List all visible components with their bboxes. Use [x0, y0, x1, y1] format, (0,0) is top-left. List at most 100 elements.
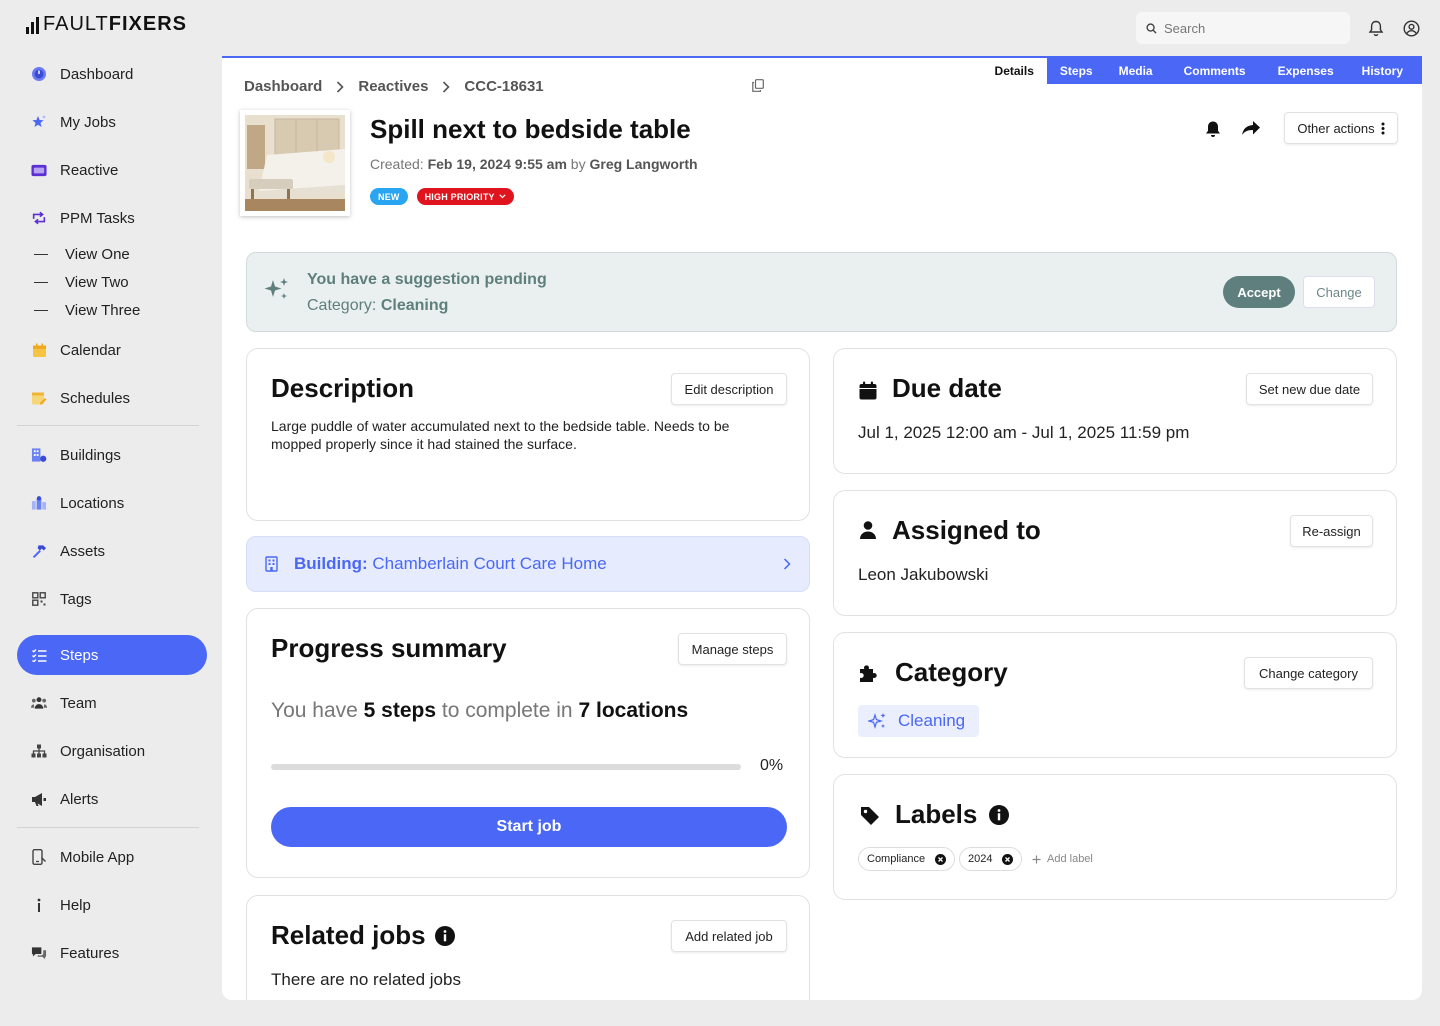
logo-text-bold: FIXERS [108, 13, 188, 35]
list-check-icon [31, 647, 47, 663]
bedroom-image-icon [245, 115, 345, 211]
search-input[interactable] [1164, 20, 1334, 36]
search-icon [1146, 22, 1157, 34]
info-circle-icon[interactable] [434, 925, 455, 946]
change-suggestion-button[interactable]: Change [1303, 276, 1375, 308]
job-thumbnail[interactable] [240, 110, 350, 216]
sidebar-item-calendar[interactable]: Calendar [17, 330, 207, 370]
page-title: Spill next to bedside table [370, 114, 691, 144]
priority-badge[interactable]: HIGH PRIORITY [416, 188, 514, 205]
assigned-to-card: Assigned to Re-assign Leon Jakubowski [833, 490, 1397, 616]
locations-count: 7 locations [578, 699, 689, 722]
info-circle-icon[interactable] [989, 804, 1010, 825]
start-job-button[interactable]: Start job [271, 807, 787, 847]
sidebar-item-ppm-tasks[interactable]: PPM Tasks [17, 198, 207, 238]
breadcrumb-reactives[interactable]: Reactives [358, 78, 428, 95]
assigned-to-title: Assigned to [892, 515, 1041, 545]
breadcrumb-dashboard[interactable]: Dashboard [244, 78, 322, 95]
copy-icon[interactable] [752, 79, 764, 97]
clock-icon [31, 66, 47, 82]
bedroom-photo [245, 115, 345, 211]
sidebar-item-schedules[interactable]: Schedules [17, 378, 207, 418]
tab-media[interactable]: Media [1106, 58, 1166, 84]
chevron-down-icon [499, 194, 506, 199]
sidebar-item-label: Alerts [60, 790, 99, 808]
sidebar-item-help[interactable]: Help [17, 885, 207, 925]
sidebar-item-tags[interactable]: Tags [17, 579, 207, 619]
sidebar-item-organisation[interactable]: Organisation [17, 731, 207, 771]
change-category-button[interactable]: Change category [1244, 657, 1373, 689]
sidebar-subitem-view-one[interactable]: View One [34, 246, 130, 263]
sidebar-item-label: Assets [60, 542, 106, 560]
sidebar-item-buildings[interactable]: Buildings [17, 435, 207, 475]
sidebar-item-mobile-app[interactable]: Mobile App [17, 837, 207, 877]
re-assign-button[interactable]: Re-assign [1290, 515, 1373, 547]
remove-label-icon[interactable] [1002, 853, 1014, 865]
sidebar-item-my-jobs[interactable]: My Jobs [17, 102, 207, 142]
progress-summary-text: You have 5 steps to complete in 7 locati… [271, 699, 688, 723]
edit-description-button[interactable]: Edit description [671, 373, 787, 405]
sidebar-item-dashboard[interactable]: Dashboard [17, 54, 207, 94]
sidebar-divider [17, 425, 199, 426]
add-label-button[interactable]: Add label [1032, 853, 1093, 865]
search-box[interactable] [1136, 12, 1350, 44]
set-new-due-date-button[interactable]: Set new due date [1246, 373, 1373, 405]
add-related-job-button[interactable]: Add related job [671, 920, 787, 952]
assignee-name: Leon Jakubowski [858, 565, 989, 584]
subscribe-bell-icon[interactable] [1204, 120, 1224, 140]
tab-comments[interactable]: Comments [1166, 58, 1264, 84]
accept-suggestion-button[interactable]: Accept [1223, 276, 1295, 308]
calendar-icon [31, 342, 47, 358]
sidebar-item-label: Mobile App [60, 848, 135, 866]
sidebar-item-steps[interactable]: Steps [17, 635, 207, 675]
due-date-title: Due date [892, 373, 1002, 403]
label-chip-text: Compliance [867, 853, 926, 865]
sidebar-item-assets[interactable]: Assets [17, 531, 207, 571]
sidebar-item-reactive[interactable]: Reactive [17, 150, 207, 190]
chevron-right-icon [783, 558, 791, 570]
building-link[interactable]: Building: Chamberlain Court Care Home [246, 536, 810, 592]
share-arrow-icon[interactable] [1241, 120, 1261, 140]
progress-title: Progress summary [271, 633, 507, 663]
sidebar-subitem-view-three[interactable]: View Three [34, 302, 140, 319]
dash-icon [34, 281, 48, 284]
category-title: Category [895, 657, 1008, 687]
chevron-right-icon [337, 80, 344, 93]
suggestion-category-value: Cleaning [380, 297, 449, 314]
remove-label-icon[interactable] [935, 853, 947, 865]
description-card: Description Edit description Large puddl… [246, 348, 810, 521]
sidebar-item-label: Locations [60, 494, 125, 512]
progress-text-1: You have [271, 699, 358, 722]
notifications-bell-icon[interactable] [1366, 18, 1386, 38]
tab-history[interactable]: History [1348, 58, 1422, 84]
tab-steps[interactable]: Steps [1047, 58, 1106, 84]
sidebar-item-locations[interactable]: Locations [17, 483, 207, 523]
job-detail-panel: Details Steps Media Comments Expenses Hi… [222, 56, 1422, 1000]
app-logo[interactable]: FAULTFIXERS [26, 14, 187, 34]
sidebar-item-label: PPM Tasks [60, 209, 135, 227]
by-label: by [570, 156, 586, 172]
team-icon [31, 695, 47, 711]
sidebar-item-alerts[interactable]: Alerts [17, 779, 207, 819]
suggestion-category-label: Category: [307, 297, 377, 314]
tab-expenses[interactable]: Expenses [1264, 58, 1348, 84]
other-actions-button[interactable]: Other actions [1284, 112, 1398, 144]
progress-bar [271, 764, 741, 770]
qr-code-icon [31, 591, 47, 607]
due-date-card: Due date Set new due date Jul 1, 2025 12… [833, 348, 1397, 474]
category-card: Category Change category Cleaning [833, 632, 1397, 758]
sidebar-item-label: Team [60, 694, 97, 712]
suggestion-detail: Category: Cleaning [307, 297, 448, 315]
manage-steps-button[interactable]: Manage steps [678, 633, 787, 665]
sidebar-subitem-view-two[interactable]: View Two [34, 274, 129, 291]
plus-icon [1032, 855, 1041, 863]
sidebar-item-team[interactable]: Team [17, 683, 207, 723]
location-icon [31, 495, 47, 511]
sidebar-subitem-label: View One [65, 246, 130, 263]
tab-details[interactable]: Details [981, 58, 1047, 84]
category-value: Cleaning [898, 711, 966, 730]
label-chip-text: 2024 [968, 853, 993, 865]
sidebar-item-features[interactable]: Features [17, 933, 207, 973]
user-account-icon[interactable] [1401, 18, 1421, 38]
label-chip: Compliance [858, 847, 956, 871]
